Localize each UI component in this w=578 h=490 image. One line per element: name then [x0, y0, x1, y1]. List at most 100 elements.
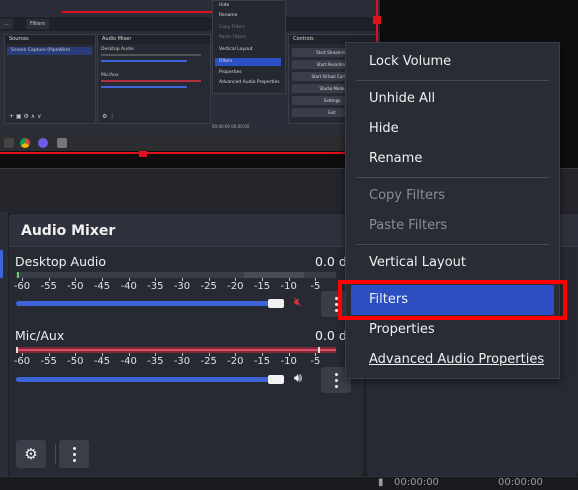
- menu-item-hide[interactable]: Hide: [346, 114, 559, 144]
- mini-context-menu: Hide Rename Copy Filters Paste Filters V…: [212, 0, 286, 94]
- gear-icon: ⚙: [24, 445, 38, 463]
- mini-meter-1: [101, 54, 201, 56]
- tick-label: -30: [173, 356, 191, 367]
- menu-item-advanced-audio-properties[interactable]: Advanced Audio Properties: [346, 345, 559, 375]
- audio-mixer-title: Audio Mixer: [21, 223, 116, 239]
- desktop-audio-slider-handle[interactable]: [268, 299, 284, 308]
- mini-menu-item: Vertical Layout: [219, 47, 253, 52]
- mini-meter-2: [101, 80, 201, 82]
- app-icon: [38, 138, 48, 148]
- mic-aux-volume-slider[interactable]: [16, 377, 278, 382]
- tick-label: -55: [40, 356, 57, 367]
- tick-label: -35: [147, 356, 164, 367]
- mini-slider-1: [101, 60, 187, 62]
- mini-menu-item: Paste Filters: [219, 35, 247, 40]
- mixer-menu-button[interactable]: [59, 440, 89, 468]
- sources-selection-edge: [0, 250, 3, 278]
- dot: [335, 379, 338, 382]
- tick-label: -20: [227, 281, 244, 292]
- mini-sources-title: Sources: [5, 35, 95, 44]
- mini-menu-item: Rename: [219, 13, 238, 18]
- menu-item-rename[interactable]: Rename: [346, 144, 559, 174]
- menu-separator: [356, 177, 549, 178]
- tick-label: -20: [227, 356, 244, 367]
- menu-item-vertical-layout[interactable]: Vertical Layout: [346, 248, 559, 278]
- tick-label: -30: [173, 281, 191, 292]
- terminal-icon: [4, 138, 14, 148]
- tick-label: -35: [147, 281, 164, 292]
- mini-slider-2: [101, 86, 187, 88]
- tick-label: -25: [200, 281, 217, 292]
- dot: [335, 373, 338, 376]
- tick-label: -60: [13, 356, 31, 367]
- preview-mini-obs-window: ... Filters Sources Screen Capture (Pipe…: [0, 0, 380, 135]
- desktop-audio-db: 0.0 d: [315, 254, 347, 269]
- mini-tab: ...: [0, 19, 13, 29]
- mic-aux-ticks: -60 -55 -50 -45 -40 -35 -30 -25 -20 -15 -10 -5: [13, 353, 336, 371]
- mini-menu-item: Advanced Audio Properties: [219, 80, 280, 85]
- highlight-annotation-box: [338, 280, 567, 320]
- tick-label: -25: [200, 356, 217, 367]
- mini-tab-bar: ... Filters: [0, 17, 380, 31]
- mini-taskbar: [0, 135, 380, 151]
- desktop-audio-ticks: -60 -55 -50 -45 -40 -35 -30 -25 -20 -15 -10 -5: [13, 278, 336, 296]
- status-bar: ▮ 00:00:00 00:00:00: [0, 476, 578, 490]
- mic-aux-slider-handle[interactable]: [268, 375, 284, 384]
- tick-label: -60: [13, 281, 31, 292]
- menu-item-copy-filters[interactable]: Copy Filters: [346, 181, 559, 211]
- chrome-icon: [20, 138, 30, 148]
- tick-label: -50: [67, 356, 84, 367]
- mute-icon[interactable]: 🔇︎: [290, 295, 306, 311]
- tick-label: -15: [253, 281, 271, 292]
- menu-item-paste-filters[interactable]: Paste Filters: [346, 211, 559, 241]
- menu-item-unhide-all[interactable]: Unhide All: [346, 84, 559, 114]
- mini-audio-ch1: Desktop Audio: [101, 47, 134, 52]
- source-bounds-top: [62, 11, 212, 13]
- tick-label: -50: [67, 281, 84, 292]
- mini-audio-title: Audio Mixer: [98, 35, 210, 44]
- stream-time: 00:00:00: [394, 477, 439, 488]
- desktop-audio-label: Desktop Audio: [15, 254, 107, 269]
- toolbar-separator: [55, 444, 56, 464]
- menu-item-lock-volume[interactable]: Lock Volume: [346, 47, 559, 77]
- network-icon: ▮: [378, 477, 384, 488]
- advanced-audio-gear-button[interactable]: ⚙: [16, 440, 46, 468]
- tick-label: -45: [93, 281, 111, 292]
- mic-aux-label: Mic/Aux: [15, 328, 65, 343]
- desktop-audio-volume-slider[interactable]: [16, 301, 278, 306]
- tick-label: -40: [120, 356, 137, 367]
- mini-audio-ch2: Mic/Aux: [101, 73, 119, 78]
- source-resize-handle-right[interactable]: [373, 16, 381, 24]
- dot: [73, 453, 76, 456]
- menu-separator: [356, 244, 549, 245]
- mic-aux-db: 0.0 d: [315, 328, 347, 343]
- tick-label: -55: [40, 281, 57, 292]
- record-time: 00:00:00: [498, 477, 543, 488]
- tick-label: -40: [120, 281, 137, 292]
- speaker-icon[interactable]: 🔊︎: [290, 371, 306, 387]
- obs-icon: [57, 138, 67, 148]
- mini-source-item: Screen Capture (PipeWire): [11, 48, 71, 53]
- tick-label: -5: [310, 356, 321, 367]
- tick-label: -15: [253, 356, 271, 367]
- dot: [335, 385, 338, 388]
- mic-aux-meter-level: [16, 349, 336, 351]
- tick-label: -45: [93, 356, 111, 367]
- mini-source-toolbar: + ▣ ⚙ ∧ ∨: [9, 113, 42, 120]
- mini-tab: Filters: [26, 19, 49, 29]
- tick-label: -10: [280, 356, 297, 367]
- mini-menu-item: Copy Filters: [219, 25, 246, 30]
- tick-label: -5: [310, 281, 321, 292]
- mini-audio-toolbar: ⚙ ⋮: [102, 113, 116, 120]
- audio-context-menu: Lock Volume Unhide All Hide Rename Copy …: [345, 42, 560, 379]
- mini-menu-item: Filters: [219, 59, 233, 64]
- source-bounds-bottom: [0, 152, 378, 154]
- dot: [73, 459, 76, 462]
- mini-menu-item: Hide: [219, 3, 230, 8]
- mini-menu-item: Properties: [219, 70, 242, 75]
- mini-sources-panel: Sources Screen Capture (PipeWire) + ▣ ⚙ …: [4, 34, 96, 124]
- menu-separator: [356, 80, 549, 81]
- tick-label: -10: [280, 281, 297, 292]
- dot: [73, 447, 76, 450]
- mini-audio-panel: Audio Mixer Desktop Audio Mic/Aux ⚙ ⋮: [97, 34, 211, 124]
